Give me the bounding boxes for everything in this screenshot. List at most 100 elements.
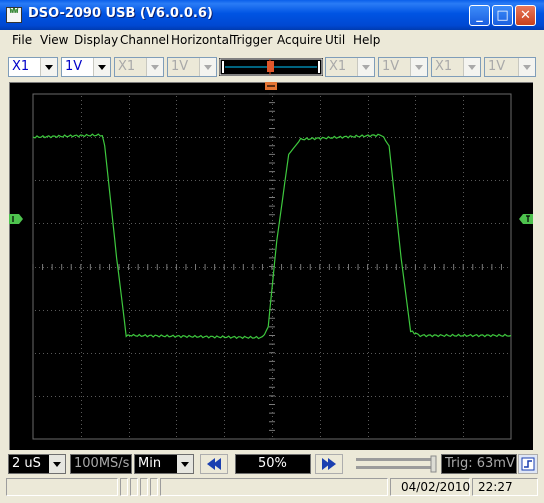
chevron-down-icon[interactable] — [199, 58, 216, 76]
graticule-dot — [320, 180, 321, 181]
graticule-dot — [129, 140, 130, 141]
graticule-dot — [99, 310, 100, 311]
graticule-dot — [215, 180, 216, 181]
graticule-dot — [368, 224, 369, 225]
graticule-dot — [224, 352, 225, 353]
trigger-icon — [521, 457, 535, 471]
graticule-dot — [327, 310, 328, 311]
ch2-probe-select[interactable]: X1 — [114, 57, 164, 77]
graticule-dot — [129, 340, 130, 341]
graticule-dot — [129, 200, 130, 201]
minimize-button[interactable]: _ — [469, 5, 490, 26]
ch1-probe-select[interactable]: X1 — [8, 57, 58, 77]
chevron-down-icon[interactable] — [463, 58, 480, 76]
graticule-dot — [435, 396, 436, 397]
ch2-volts-select[interactable]: 1V — [167, 57, 217, 77]
ch1-volts-select[interactable]: 1V — [61, 57, 111, 77]
graticule-dot — [83, 310, 84, 311]
graticule-dot — [129, 152, 130, 153]
scroll-right-button[interactable] — [315, 454, 343, 474]
graticule-dot — [319, 180, 320, 181]
ch4-probe-select[interactable]: X1 — [431, 57, 481, 77]
scroll-left-button[interactable] — [200, 454, 228, 474]
graticule-dot — [224, 316, 225, 317]
graticule-dot — [275, 310, 276, 311]
graticule-dot — [415, 236, 416, 237]
chevron-down-icon[interactable] — [49, 455, 65, 473]
chevron-down-icon[interactable] — [146, 58, 163, 76]
graticule-dot — [123, 267, 124, 268]
graticule-dot — [368, 252, 369, 253]
menu-util[interactable]: Util — [325, 33, 345, 47]
chevron-down-icon[interactable] — [357, 58, 374, 76]
chevron-down-icon[interactable] — [177, 455, 193, 473]
graticule-dot — [415, 310, 416, 311]
graticule-dot — [155, 223, 156, 224]
status-bar: 04/02/2010 22:27 — [0, 476, 544, 503]
graticule-dot — [129, 148, 130, 149]
graticule-dot — [129, 168, 130, 169]
graticule-dot — [503, 396, 504, 397]
maximize-button[interactable]: □ — [492, 5, 513, 26]
graticule-dot — [263, 353, 264, 354]
title-bar[interactable]: WW DSO-2090 USB (V6.0.0.6) _ □ ✕ — [0, 0, 544, 30]
graticule-dot — [224, 144, 225, 145]
graticule-dot — [320, 132, 321, 133]
acquire-mode-select[interactable]: Min — [134, 454, 194, 474]
graticule-dot — [463, 328, 464, 329]
graticule-dot — [423, 223, 424, 224]
timebase-select[interactable]: 2 uS — [8, 454, 66, 474]
graticule-dot — [320, 328, 321, 329]
graticule-dot — [179, 267, 180, 268]
graticule-dot — [81, 188, 82, 189]
menu-horizontal[interactable]: Horizontal — [171, 33, 232, 47]
graticule-dot — [176, 156, 177, 157]
ch4-volts-select[interactable]: 1V — [484, 57, 536, 77]
graticule-dot — [239, 396, 240, 397]
menu-display[interactable]: Display — [74, 33, 118, 47]
graticule-dot — [295, 180, 296, 181]
scope-display[interactable] — [9, 82, 533, 450]
graticule-dot — [439, 396, 440, 397]
menu-file[interactable]: File — [12, 33, 32, 47]
graticule-dot — [439, 310, 440, 311]
graticule-dot — [287, 267, 288, 268]
graticule-dot — [129, 332, 130, 333]
ch3-volts-select[interactable]: 1V — [378, 57, 428, 77]
close-button[interactable]: ✕ — [515, 5, 536, 26]
position-slider[interactable] — [352, 454, 438, 474]
menu-channel[interactable]: Channel — [120, 33, 169, 47]
graticule-dot — [224, 232, 225, 233]
graticule-dot — [463, 292, 464, 293]
graticule-dot — [463, 364, 464, 365]
graticule-dot — [463, 408, 464, 409]
graticule-dot — [179, 310, 180, 311]
menu-trigger[interactable]: Trigger — [231, 33, 272, 47]
graticule-dot — [331, 310, 332, 311]
chevron-down-icon[interactable] — [40, 58, 57, 76]
graticule-dot — [111, 353, 112, 354]
graticule-dot — [111, 310, 112, 311]
chevron-down-icon[interactable] — [410, 58, 427, 76]
graticule-dot — [415, 424, 416, 425]
ch3-probe-select[interactable]: X1 — [325, 57, 375, 77]
chevron-down-icon[interactable] — [93, 58, 110, 76]
graticule-dot — [224, 392, 225, 393]
status-pane-d — [150, 478, 158, 496]
graticule-dot — [331, 180, 332, 181]
menu-help[interactable]: Help — [353, 33, 380, 47]
graticule-dot — [463, 272, 464, 273]
graticule-dot — [81, 412, 82, 413]
trigger-settings-button[interactable] — [518, 454, 538, 474]
graticule-dot — [272, 236, 273, 237]
graticule-dot — [81, 428, 82, 429]
menu-view[interactable]: View — [40, 33, 68, 47]
graticule-dot — [327, 223, 328, 224]
menu-acquire[interactable]: Acquire — [277, 33, 322, 47]
graticule-dot — [463, 116, 464, 117]
graticule-dot — [368, 332, 369, 333]
chevron-down-icon[interactable] — [518, 58, 535, 76]
graticule-dot — [179, 396, 180, 397]
trigger-position-indicator[interactable] — [219, 58, 323, 76]
graticule-dot — [368, 276, 369, 277]
